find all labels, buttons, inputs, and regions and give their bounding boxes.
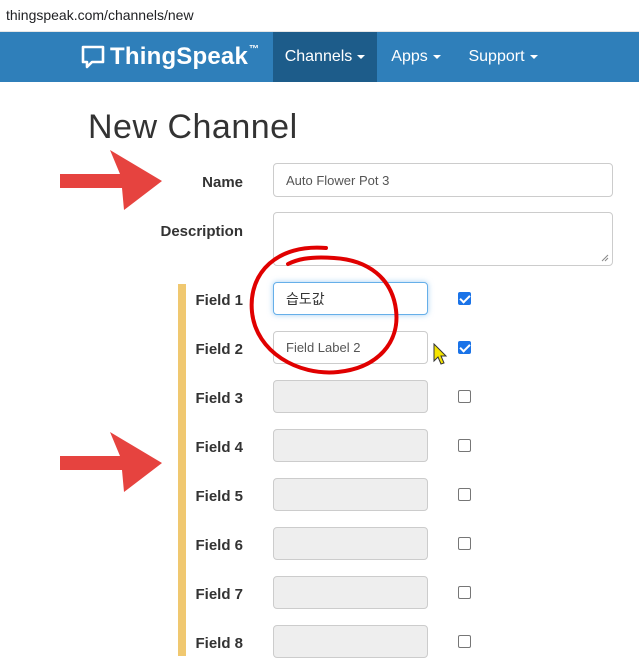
nav-apps[interactable]: Apps <box>380 32 452 82</box>
name-label: Name <box>202 174 243 191</box>
brand-name: ThingSpeak <box>110 43 249 70</box>
browser-address-bar[interactable]: thingspeak.com/channels/new <box>0 0 639 32</box>
name-input[interactable]: Auto Flower Pot 3 <box>273 163 613 197</box>
red-arrow-annotation-icon <box>60 432 162 492</box>
field-6-input[interactable] <box>273 527 428 560</box>
field-5-label: Field 5 <box>195 488 243 505</box>
field-3-input[interactable] <box>273 380 428 413</box>
url-text[interactable]: thingspeak.com/channels/new <box>6 7 194 23</box>
field-7-input[interactable] <box>273 576 428 609</box>
chevron-down-icon <box>432 54 441 59</box>
brand-trademark: ™ <box>249 43 260 55</box>
field-5-input[interactable] <box>273 478 428 511</box>
name-input-value: Auto Flower Pot 3 <box>286 172 390 188</box>
nav-apps-label: Apps <box>391 48 428 65</box>
page: thingspeak.com/channels/new ThingSpeak ™… <box>0 0 639 670</box>
field-8-checkbox[interactable] <box>458 635 471 648</box>
fields-group-bar <box>178 284 186 656</box>
field-3-label: Field 3 <box>195 390 243 407</box>
field-4-input[interactable] <box>273 429 428 462</box>
field-8-input[interactable] <box>273 625 428 658</box>
field-3-checkbox[interactable] <box>458 390 471 403</box>
nav-support[interactable]: Support <box>458 32 548 82</box>
field-2-label: Field 2 <box>195 341 243 358</box>
page-title: New Channel <box>88 108 298 146</box>
red-arrow-annotation-icon <box>60 150 162 210</box>
field-1-label: Field 1 <box>195 292 243 309</box>
field-7-label: Field 7 <box>195 586 243 603</box>
mouse-cursor-icon <box>433 343 448 365</box>
top-navbar: ThingSpeak ™ Channels Apps Support <box>0 32 639 82</box>
field-7-checkbox[interactable] <box>458 586 471 599</box>
resize-handle-icon[interactable] <box>601 254 609 262</box>
field-2-checkbox[interactable] <box>458 341 471 354</box>
field-8-label: Field 8 <box>195 635 243 652</box>
chevron-down-icon <box>529 54 538 59</box>
field-6-label: Field 6 <box>195 537 243 554</box>
field-4-label: Field 4 <box>195 439 243 456</box>
description-label: Description <box>160 223 243 240</box>
speech-bubble-icon <box>81 45 105 69</box>
nav-channels-label: Channels <box>284 48 353 65</box>
chevron-down-icon <box>357 54 366 59</box>
field-5-checkbox[interactable] <box>458 488 471 501</box>
field-4-checkbox[interactable] <box>458 439 471 452</box>
nav-support-label: Support <box>468 48 525 65</box>
field-1-checkbox[interactable] <box>458 292 471 305</box>
brand-logo[interactable]: ThingSpeak ™ <box>80 42 259 72</box>
nav-channels[interactable]: Channels <box>273 32 377 82</box>
field-6-checkbox[interactable] <box>458 537 471 550</box>
red-circle-annotation-icon <box>249 245 399 375</box>
